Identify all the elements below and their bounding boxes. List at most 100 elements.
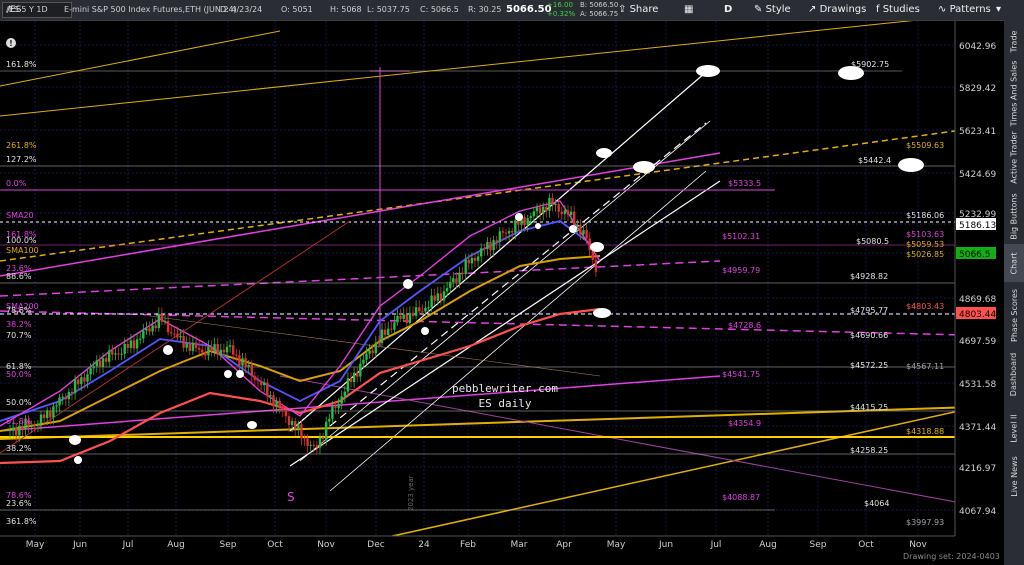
sidebar-tab-active-trader[interactable]: Active Trader — [1004, 126, 1024, 188]
annotation-oval — [590, 242, 604, 252]
sidebar-tab-level-ii[interactable]: Level II — [1004, 402, 1024, 454]
share-label: Share — [629, 4, 659, 15]
grid-icon: ▦ — [684, 4, 694, 15]
fib-level-label: 161.8% — [6, 60, 37, 69]
candle-body — [476, 256, 480, 261]
candle-body — [346, 378, 350, 392]
studies-label: Studies — [882, 4, 920, 15]
candle-body — [535, 207, 539, 212]
candle-body — [579, 224, 582, 235]
studies-button[interactable]: f Studies — [876, 0, 920, 20]
sidebar-tab-label: Active Trader — [1009, 130, 1019, 184]
sidebar-tab-label: Phase Scores — [1009, 288, 1019, 342]
sidebar-tab-trade[interactable]: Trade — [1004, 22, 1024, 60]
price-level-label: $5333.5 — [728, 179, 761, 188]
candle-body — [188, 343, 191, 351]
candle-body — [278, 400, 281, 407]
chevron-down-icon[interactable]: ▾ — [996, 0, 1001, 20]
candle-body — [228, 345, 232, 347]
drawings-button[interactable]: ↗ Drawings — [808, 0, 866, 20]
price-axis-label: 4869.68 — [959, 295, 996, 305]
price-level-label: $4795.77 — [850, 306, 888, 315]
price-tag: 4803.44 — [959, 310, 996, 320]
price-tag: 5186.13 — [959, 221, 996, 231]
sidebar-tab-label: Level II — [1009, 413, 1019, 443]
candle-body — [436, 293, 439, 301]
share-button[interactable]: ⇪ Share — [618, 0, 658, 20]
candle-body — [290, 421, 294, 426]
annotation-oval — [515, 213, 523, 221]
sidebar-tab-live-news[interactable]: Live News — [1004, 455, 1024, 497]
candle-body — [154, 325, 157, 329]
style-button[interactable]: ✎ Style — [754, 0, 791, 20]
right-sidebar: Trade Times And Sales Active Trader Big But… — [1004, 20, 1024, 565]
sidebar-tab-times-and-sales[interactable]: Times And Sales — [1004, 60, 1024, 126]
fib-level-label: 38.2% — [6, 444, 32, 453]
candle-body — [408, 313, 412, 324]
sidebar-tab-dashboard[interactable]: Dashboard — [1004, 348, 1024, 400]
candle-body — [70, 391, 74, 393]
fib-level-label: SMA100 — [6, 246, 39, 255]
grid-button[interactable]: ▦ — [684, 0, 693, 20]
candle-body — [461, 272, 464, 275]
chart-symbol-info: /ES 5 Y 1D — [6, 5, 48, 14]
candle-body — [427, 307, 430, 309]
sidebar-tab-phase-scores[interactable]: Phase Scores — [1004, 284, 1024, 346]
time-axis-label: Oct — [267, 540, 283, 550]
candle-body — [405, 314, 408, 324]
instrument-description: E-mini S&P 500 Index Futures,ETH (JUN 24… — [64, 5, 237, 14]
price-level-label: $4572.25 — [850, 361, 888, 370]
price-chart[interactable]: 6042.965829.425623.415424.695232.995186.… — [0, 21, 1004, 565]
time-axis-label: Sep — [810, 540, 827, 550]
annotation-oval — [696, 65, 720, 77]
candle-body — [399, 315, 402, 319]
sidebar-tab-chart[interactable]: Chart — [1004, 244, 1024, 282]
candle-body — [526, 218, 529, 226]
candle-body — [467, 259, 470, 264]
drawings-icon: ↗ — [808, 4, 820, 15]
style-icon: ✎ — [754, 4, 766, 15]
candle-body — [256, 379, 260, 381]
bar-open: O: 5051 — [281, 5, 313, 14]
candle-body — [204, 352, 207, 356]
candle-body — [470, 257, 474, 264]
candle-body — [318, 437, 322, 448]
patterns-label: Patterns — [949, 4, 991, 15]
price-tag: 5066.5 — [959, 250, 991, 260]
candle-body — [455, 278, 458, 283]
candle-body — [414, 307, 418, 316]
fib-level-label: 50.0% — [6, 398, 32, 407]
candle-body — [157, 314, 160, 329]
candle-body — [52, 406, 55, 418]
sidebar-tab-big-buttons[interactable]: Big Buttons — [1004, 190, 1024, 242]
price-level-label: $5102.31 — [722, 232, 760, 241]
price-level-label: $4088.87 — [722, 493, 760, 502]
candle-body — [356, 372, 359, 377]
time-axis-label: Dec — [367, 540, 384, 550]
candle-body — [359, 363, 362, 377]
candle-body — [594, 259, 598, 272]
candle-body — [306, 438, 309, 446]
candle-body — [523, 217, 526, 226]
time-axis-label: Jul — [122, 540, 134, 550]
candle-body — [219, 349, 222, 355]
candle-body — [194, 342, 198, 348]
fib-level-label: 261.8% — [6, 141, 37, 150]
patterns-button[interactable]: ∿ Patterns — [938, 0, 991, 20]
style-label: Style — [765, 4, 791, 15]
patterns-icon: ∿ — [938, 4, 950, 15]
fib-level-label: 78.6% — [6, 306, 32, 315]
candle-body — [42, 414, 46, 419]
time-axis-label: Jun — [72, 540, 87, 550]
sidebar-tab-label: Live News — [1009, 455, 1019, 497]
annotation-oval — [569, 225, 577, 233]
candle-body — [281, 406, 284, 411]
candle-body — [529, 216, 532, 219]
sidebar-tab-label: Dashboard — [1009, 352, 1019, 396]
candle-body — [532, 211, 536, 217]
drawings-label: Drawings — [819, 4, 867, 15]
period-button[interactable]: D — [724, 0, 732, 20]
time-axis-label: Sep — [220, 540, 237, 550]
candle-body — [89, 368, 92, 375]
price-axis-label: 4371.44 — [959, 423, 996, 433]
